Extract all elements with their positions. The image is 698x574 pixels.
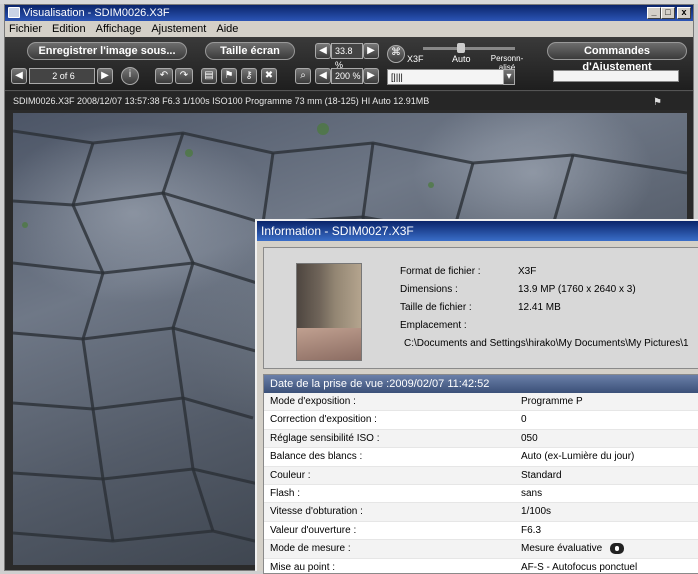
size-label: Taille de fichier : bbox=[400, 302, 472, 313]
minimize-button[interactable]: _ bbox=[647, 7, 661, 19]
metering-icon bbox=[610, 542, 625, 554]
x3f-mode-icon[interactable]: ⌘ bbox=[387, 45, 405, 63]
menu-ajustement[interactable]: Ajustement bbox=[151, 21, 206, 37]
fit-screen-button[interactable]: Taille écran bbox=[205, 42, 295, 60]
caption-flag-icon[interactable]: ⚑ bbox=[653, 97, 662, 108]
dimensions-label: Dimensions : bbox=[400, 284, 458, 295]
menu-edition[interactable]: Edition bbox=[52, 21, 86, 37]
next-image-icon[interactable]: ▶ bbox=[97, 68, 113, 84]
trash-icon[interactable]: ✖ bbox=[261, 68, 277, 84]
flag-icon[interactable]: ⚑ bbox=[221, 68, 237, 84]
zoom-in-arrow-icon[interactable]: ▶ bbox=[363, 43, 379, 59]
table-row: Balance des blancs : Auto (ex-Lumière du … bbox=[264, 448, 698, 467]
rotate-right-icon[interactable]: ↷ bbox=[175, 68, 193, 84]
table-row: Mode de mesure : Mesure évaluative bbox=[264, 540, 698, 559]
format-value: X3F bbox=[518, 266, 537, 277]
zoom-value[interactable]: 33.8 % bbox=[331, 43, 363, 70]
adjust-controls-button[interactable]: Commandes d'Ajustement bbox=[547, 42, 687, 73]
table-row: Couleur : Standard bbox=[264, 466, 698, 485]
table-row: Correction d'exposition :0 bbox=[264, 411, 698, 430]
zoom2-in-arrow-icon[interactable]: ▶ bbox=[363, 68, 379, 84]
table-row: Valeur d'ouverture : F6.3 bbox=[264, 522, 698, 541]
viewer-titlebar[interactable]: Visualisation - SDIM0026.X3F _ □ x bbox=[5, 5, 693, 21]
table-row: Réglage sensibilité ISO :050 bbox=[264, 429, 698, 449]
info-file-panel: Format de fichier : X3F Dimensions : 13.… bbox=[263, 247, 698, 369]
image-caption: SDIM0026.X3F 2008/12/07 13:57:38 F6.3 1/… bbox=[5, 92, 693, 110]
info-titlebar[interactable]: Information - SDIM0027.X3F bbox=[257, 221, 698, 241]
exif-table: Date de la prise de vue :2009/02/07 11:4… bbox=[263, 374, 698, 574]
exif-rows: Mode d'exposition : Programme P Correctio… bbox=[264, 393, 698, 573]
save-image-button[interactable]: Enregistrer l'image sous... bbox=[27, 42, 187, 60]
location-value: C:\Documents and Settings\hirako\My Docu… bbox=[404, 338, 689, 349]
table-row: Flash : sans bbox=[264, 485, 698, 504]
zoom-out-arrow-icon[interactable]: ◀ bbox=[315, 43, 331, 59]
prev-image-icon[interactable]: ◀ bbox=[11, 68, 27, 84]
settings-combo[interactable]: [|||| bbox=[387, 69, 513, 85]
table-row: Mode d'exposition : Programme P bbox=[264, 393, 698, 412]
menu-bar: Fichier Edition Affichage Ajustement Aid… bbox=[5, 21, 693, 37]
menu-aide[interactable]: Aide bbox=[216, 21, 238, 37]
rotate-left-icon[interactable]: ↶ bbox=[155, 68, 173, 84]
info-window: Information - SDIM0027.X3F Format de fic… bbox=[255, 219, 698, 574]
table-row: Mise au point : AF-S - Autofocus ponctuel bbox=[264, 559, 698, 573]
mode-slider-track[interactable] bbox=[423, 47, 515, 50]
mode-x3f-label: X3F bbox=[407, 54, 424, 64]
table-row: Vitesse d'obturation :1/100s bbox=[264, 503, 698, 522]
maximize-button[interactable]: □ bbox=[661, 7, 675, 19]
location-label: Emplacement : bbox=[400, 320, 467, 331]
capture-date-header: Date de la prise de vue :2009/02/07 11:4… bbox=[264, 375, 698, 393]
key-icon[interactable]: ⚷ bbox=[241, 68, 257, 84]
chevron-down-icon[interactable]: ▾ bbox=[503, 69, 515, 85]
page-indicator: 2 of 6 bbox=[29, 68, 95, 84]
zoom2-out-arrow-icon[interactable]: ◀ bbox=[315, 68, 331, 84]
adjust-field[interactable] bbox=[553, 70, 679, 82]
mode-auto-label: Auto bbox=[452, 54, 471, 64]
info-icon[interactable]: i bbox=[121, 67, 139, 85]
dimensions-value: 13.9 MP (1760 x 2640 x 3) bbox=[518, 284, 636, 295]
app-icon bbox=[8, 7, 20, 18]
toolbar: Enregistrer l'image sous... Taille écran… bbox=[5, 37, 693, 91]
menu-fichier[interactable]: Fichier bbox=[9, 21, 42, 37]
mode-slider-handle[interactable] bbox=[457, 43, 465, 53]
magnifier-icon[interactable]: ⌕ bbox=[295, 68, 311, 84]
size-value: 12.41 MB bbox=[518, 302, 561, 313]
zoom2-value[interactable]: 200 % bbox=[331, 68, 363, 84]
menu-affichage[interactable]: Affichage bbox=[96, 21, 142, 37]
viewer-title: Visualisation - SDIM0026.X3F bbox=[23, 7, 170, 19]
print-icon[interactable]: ▤ bbox=[201, 68, 217, 84]
info-thumbnail bbox=[296, 263, 362, 361]
format-label: Format de fichier : bbox=[400, 266, 481, 277]
close-button[interactable]: x bbox=[677, 7, 691, 19]
metering-value: Mesure évaluative bbox=[521, 543, 603, 555]
